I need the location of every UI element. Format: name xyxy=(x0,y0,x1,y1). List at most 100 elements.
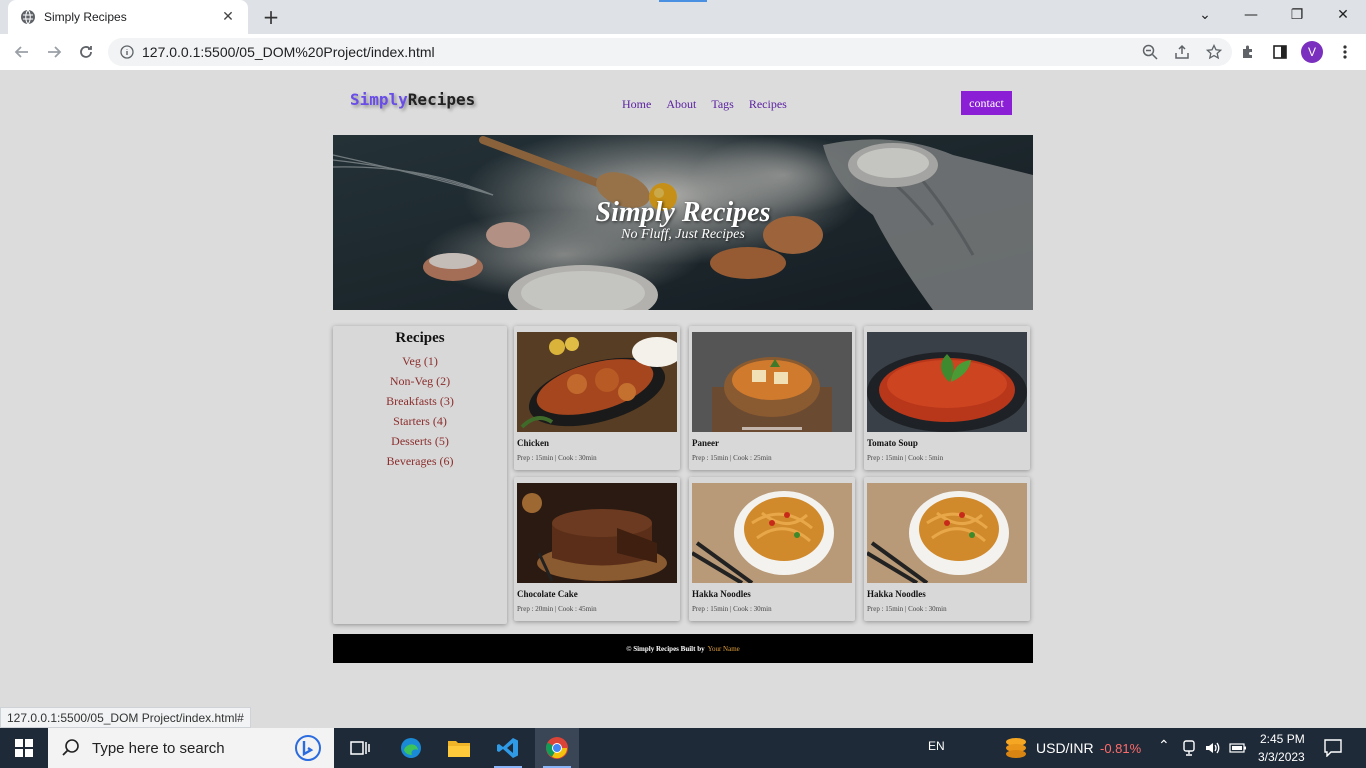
language-indicator[interactable]: EN xyxy=(928,739,945,753)
contact-button[interactable]: contact xyxy=(961,91,1012,115)
nav-link-recipes[interactable]: Recipes xyxy=(749,97,787,112)
recipe-meta: Prep : 15min | Cook : 5min xyxy=(867,454,944,462)
nav-link-home[interactable]: Home xyxy=(622,97,651,112)
tomato-soup-image xyxy=(867,332,1027,432)
nav-links: Home About Tags Recipes xyxy=(622,97,787,112)
recipe-meta: Prep : 20min | Cook : 45min xyxy=(517,605,597,613)
site-logo[interactable]: SimplyRecipes xyxy=(350,90,475,109)
windows-taskbar: Type here to search EN USD/INR -0.81% ⌃ … xyxy=(0,728,1366,768)
paneer-image xyxy=(692,332,852,432)
category-non-veg[interactable]: Non-Veg (2) xyxy=(333,371,507,391)
taskbar-search-placeholder: Type here to search xyxy=(92,739,225,757)
vscode-icon xyxy=(497,738,518,758)
meet-now-icon[interactable] xyxy=(1182,740,1196,756)
start-button[interactable] xyxy=(0,728,48,768)
task-view-button[interactable] xyxy=(338,728,382,768)
notifications-icon[interactable] xyxy=(1324,739,1342,757)
recipe-card[interactable]: Tomato Soup Prep : 15min | Cook : 5min xyxy=(864,326,1030,470)
taskbar-search-box[interactable]: Type here to search xyxy=(48,728,334,768)
globe-icon xyxy=(21,9,35,25)
logo-part-simply: Simply xyxy=(350,90,408,109)
profile-avatar[interactable]: V xyxy=(1301,41,1323,63)
recipe-name: Tomato Soup xyxy=(867,438,918,448)
hero-banner: Simply Recipes No Fluff, Just Recipes xyxy=(333,135,1033,310)
new-tab-button[interactable]: + xyxy=(260,6,282,28)
hero-subtitle: No Fluff, Just Recipes xyxy=(621,227,745,242)
recipe-meta: Prep : 15min | Cook : 30min xyxy=(692,605,772,613)
category-breakfasts[interactable]: Breakfasts (3) xyxy=(333,391,507,411)
edge-icon xyxy=(401,738,421,758)
clock-time[interactable]: 2:45 PM xyxy=(1260,732,1305,746)
share-icon[interactable] xyxy=(1174,44,1190,60)
windows-logo-icon xyxy=(15,739,33,757)
chrome-icon xyxy=(546,737,568,759)
chocolate-cake-image xyxy=(517,483,677,583)
category-veg[interactable]: Veg (1) xyxy=(333,351,507,371)
recipe-card[interactable]: Chocolate Cake Prep : 20min | Cook : 45m… xyxy=(514,477,680,621)
category-sidebar: Recipes Veg (1) Non-Veg (2) Breakfasts (… xyxy=(333,326,507,624)
hakka-noodles-image xyxy=(867,483,1027,583)
recipe-name: Chicken xyxy=(517,438,550,448)
footer-text: © Simply Recipes Built by xyxy=(626,644,705,653)
ticker-change: -0.81% xyxy=(1100,741,1142,756)
footer-author-link[interactable]: Your Name xyxy=(708,645,740,653)
address-bar[interactable]: 127.0.0.1:5500/05_DOM%20Project/index.ht… xyxy=(108,38,1232,66)
side-panel-icon[interactable] xyxy=(1268,40,1292,64)
category-starters[interactable]: Starters (4) xyxy=(333,411,507,431)
close-window-button[interactable]: ✕ xyxy=(1320,0,1366,30)
recipe-meta: Prep : 15min | Cook : 25min xyxy=(692,454,772,462)
extensions-puzzle-icon[interactable] xyxy=(1236,40,1260,64)
reload-button[interactable] xyxy=(74,40,98,64)
arrow-left-icon xyxy=(14,46,28,58)
arrow-right-icon xyxy=(48,46,62,58)
recipe-meta: Prep : 15min | Cook : 30min xyxy=(867,605,947,613)
site-navbar: SimplyRecipes Home About Tags Recipes co… xyxy=(333,70,1033,135)
site-footer: © Simply Recipes Built by Your Name xyxy=(333,634,1033,663)
nav-link-tags[interactable]: Tags xyxy=(711,97,734,112)
recipe-card[interactable]: Chicken Prep : 15min | Cook : 30min xyxy=(514,326,680,470)
category-desserts[interactable]: Desserts (5) xyxy=(333,431,507,451)
taskbar-vscode[interactable] xyxy=(486,728,530,768)
close-tab-icon[interactable]: ✕ xyxy=(220,9,236,25)
kebab-menu-icon[interactable] xyxy=(1333,40,1357,64)
recipes-section: Recipes Veg (1) Non-Veg (2) Breakfasts (… xyxy=(333,326,1033,626)
recipe-card[interactable]: Paneer Prep : 15min | Cook : 25min xyxy=(689,326,855,470)
tab-title: Simply Recipes xyxy=(44,10,127,24)
currency-stack-icon[interactable] xyxy=(1004,737,1028,759)
taskbar-file-explorer[interactable] xyxy=(437,728,481,768)
hakka-noodles-image xyxy=(692,483,852,583)
recipe-meta: Prep : 15min | Cook : 30min xyxy=(517,454,597,462)
recipe-card[interactable]: Hakka Noodles Prep : 15min | Cook : 30mi… xyxy=(864,477,1030,621)
bookmark-star-icon[interactable] xyxy=(1206,44,1222,60)
chevron-up-icon[interactable]: ⌃ xyxy=(1158,737,1170,754)
forward-button[interactable] xyxy=(42,40,66,64)
task-view-icon xyxy=(350,741,370,755)
recipe-name: Hakka Noodles xyxy=(692,589,751,599)
recipe-name: Chocolate Cake xyxy=(517,589,578,599)
browser-tab[interactable]: Simply Recipes ✕ xyxy=(8,0,248,34)
tab-search-chevron-icon[interactable]: ⌄ xyxy=(1182,0,1228,30)
clock-date[interactable]: 3/3/2023 xyxy=(1258,750,1305,764)
recipe-card[interactable]: Hakka Noodles Prep : 15min | Cook : 30mi… xyxy=(689,477,855,621)
volume-icon[interactable] xyxy=(1204,740,1220,756)
address-url[interactable]: 127.0.0.1:5500/05_DOM%20Project/index.ht… xyxy=(142,44,435,60)
taskbar-chrome[interactable] xyxy=(535,728,579,768)
nav-link-about[interactable]: About xyxy=(666,97,696,112)
tab-drag-indicator xyxy=(659,0,707,2)
category-beverages[interactable]: Beverages (6) xyxy=(333,451,507,471)
minimize-button[interactable]: — xyxy=(1228,0,1274,30)
reload-icon xyxy=(80,46,92,58)
ticker-name[interactable]: USD/INR xyxy=(1036,740,1094,756)
chicken-image xyxy=(517,332,677,432)
bing-icon[interactable] xyxy=(294,735,322,761)
back-button[interactable] xyxy=(10,40,34,64)
recipe-name: Paneer xyxy=(692,438,719,448)
hero-text: Simply Recipes No Fluff, Just Recipes xyxy=(333,197,1033,243)
zoom-icon[interactable] xyxy=(1142,44,1158,60)
taskbar-edge[interactable] xyxy=(389,728,433,768)
info-icon[interactable] xyxy=(120,45,134,59)
link-status-bar: 127.0.0.1:5500/05_DOM Project/index.html… xyxy=(0,707,251,728)
recipe-name: Hakka Noodles xyxy=(867,589,926,599)
battery-icon[interactable] xyxy=(1229,742,1247,754)
restore-button[interactable]: ❐ xyxy=(1274,0,1320,30)
